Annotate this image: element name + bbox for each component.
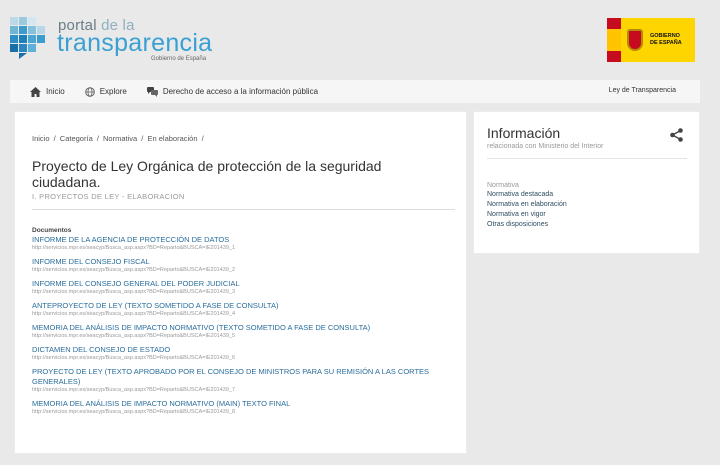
- document-link[interactable]: MEMORIA DEL ANÁLISIS DE IMPACTO NORMATIV…: [32, 323, 452, 333]
- document-url: http://servicios.mpr.es/seacyp/Busca_asp…: [32, 409, 236, 415]
- nav-item-label: Explore: [99, 87, 127, 96]
- normativa-list: Normativa Normativa destacada Normativa …: [487, 181, 567, 230]
- document-url: http://servicios.mpr.es/seacyp/Busca_asp…: [32, 333, 236, 339]
- document-url: http://servicios.mpr.es/seacyp/Busca_asp…: [32, 245, 236, 251]
- document-item: INFORME DEL CONSEJO GENERAL DEL PODER JU…: [32, 279, 452, 296]
- info-title: Información: [487, 125, 561, 141]
- breadcrumb-item-en-elaboracion[interactable]: En elaboración: [147, 134, 197, 143]
- gobierno-logo[interactable]: GOBIERNO DE ESPAÑA: [607, 18, 695, 62]
- document-item: INFORME DEL CONSEJO FISCAL http://servic…: [32, 257, 452, 274]
- breadcrumb-separator: /: [53, 134, 56, 143]
- share-icon[interactable]: [670, 128, 683, 142]
- document-link[interactable]: ANTEPROYECTO DE LEY (TEXTO SOMETIDO A FA…: [32, 301, 452, 311]
- info-subtitle: relacionada con Ministerio del Interior: [487, 143, 604, 150]
- document-item: PROYECTO DE LEY (TEXTO APROBADO POR EL C…: [32, 367, 452, 394]
- breadcrumb-separator: /: [201, 134, 204, 143]
- spain-flag-icon: [607, 18, 621, 62]
- document-item: ANTEPROYECTO DE LEY (TEXTO SOMETIDO A FA…: [32, 301, 452, 318]
- page-title: Proyecto de Ley Orgánica de protección d…: [32, 158, 382, 190]
- coat-of-arms-icon: [627, 29, 643, 51]
- link-normativa-elaboracion[interactable]: Normativa en elaboración: [487, 200, 567, 210]
- documents-list: INFORME DE LA AGENCIA DE PROTECCIÓN DE D…: [32, 235, 452, 421]
- main-panel: Inicio / Categoría / Normativa / En elab…: [14, 111, 467, 454]
- document-url: http://servicios.mpr.es/seacyp/Busca_asp…: [32, 289, 236, 295]
- breadcrumb-item-categoria[interactable]: Categoría: [60, 134, 93, 143]
- breadcrumb-item-inicio[interactable]: Inicio: [32, 134, 50, 143]
- document-url: http://servicios.mpr.es/seacyp/Busca_asp…: [32, 311, 236, 317]
- breadcrumb-item-normativa[interactable]: Normativa: [103, 134, 137, 143]
- document-url: http://servicios.mpr.es/seacyp/Busca_asp…: [32, 267, 236, 273]
- logo-text-line3: Gobierno de España: [151, 56, 207, 62]
- nav-item-explore[interactable]: Explore: [84, 86, 127, 97]
- document-link[interactable]: PROYECTO DE LEY (TEXTO APROBADO POR EL C…: [32, 367, 452, 387]
- globe-icon: [84, 86, 95, 97]
- divider: [487, 158, 687, 159]
- page-subtitle: I. PROYECTOS DE LEY - ELABORACION: [32, 192, 185, 201]
- home-icon: [30, 86, 41, 97]
- breadcrumb-separator: /: [96, 134, 99, 143]
- document-url: http://servicios.mpr.es/seacyp/Busca_asp…: [32, 387, 236, 393]
- document-item: MEMORIA DEL ANÁLISIS DE IMPACTO NORMATIV…: [32, 399, 452, 416]
- nav-item-derecho-acceso[interactable]: Derecho de acceso a la información públi…: [146, 86, 319, 97]
- breadcrumb-separator: /: [141, 134, 144, 143]
- documents-label: Documentos: [32, 227, 72, 234]
- nav-item-label: Derecho de acceso a la información públi…: [162, 87, 319, 96]
- document-link[interactable]: INFORME DE LA AGENCIA DE PROTECCIÓN DE D…: [32, 235, 452, 245]
- breadcrumb: Inicio / Categoría / Normativa / En elab…: [32, 134, 206, 143]
- document-item: INFORME DE LA AGENCIA DE PROTECCIÓN DE D…: [32, 235, 452, 252]
- nav-item-inicio[interactable]: Inicio: [30, 86, 65, 97]
- site-logo[interactable]: portal de la transparencia Gobierno de E…: [10, 13, 230, 68]
- document-url: http://servicios.mpr.es/seacyp/Busca_asp…: [32, 355, 236, 361]
- document-item: MEMORIA DEL ANÁLISIS DE IMPACTO NORMATIV…: [32, 323, 452, 340]
- nav-link-ley-transparencia[interactable]: Ley de Transparencia: [609, 87, 676, 94]
- document-link[interactable]: MEMORIA DEL ANÁLISIS DE IMPACTO NORMATIV…: [32, 399, 452, 409]
- document-item: DICTAMEN DEL CONSEJO DE ESTADO http://se…: [32, 345, 452, 362]
- main-nav: Inicio Explore Derecho de acceso a la in…: [10, 80, 700, 103]
- logo-text-line2: transparencia: [57, 29, 213, 57]
- divider: [32, 209, 455, 210]
- info-panel: Información relacionada con Ministerio d…: [473, 111, 700, 254]
- link-otras-disposiciones[interactable]: Otras disposiciones: [487, 220, 567, 230]
- link-normativa-destacada[interactable]: Normativa destacada: [487, 190, 567, 200]
- normativa-heading: Normativa: [487, 182, 519, 189]
- link-normativa-vigor[interactable]: Normativa en vigor: [487, 210, 567, 220]
- logo-mark-icon: [10, 17, 52, 59]
- document-link[interactable]: INFORME DEL CONSEJO GENERAL DEL PODER JU…: [32, 279, 452, 289]
- document-link[interactable]: DICTAMEN DEL CONSEJO DE ESTADO: [32, 345, 452, 355]
- document-link[interactable]: INFORME DEL CONSEJO FISCAL: [32, 257, 452, 267]
- nav-item-label: Inicio: [46, 87, 65, 96]
- chat-icon: [146, 86, 158, 97]
